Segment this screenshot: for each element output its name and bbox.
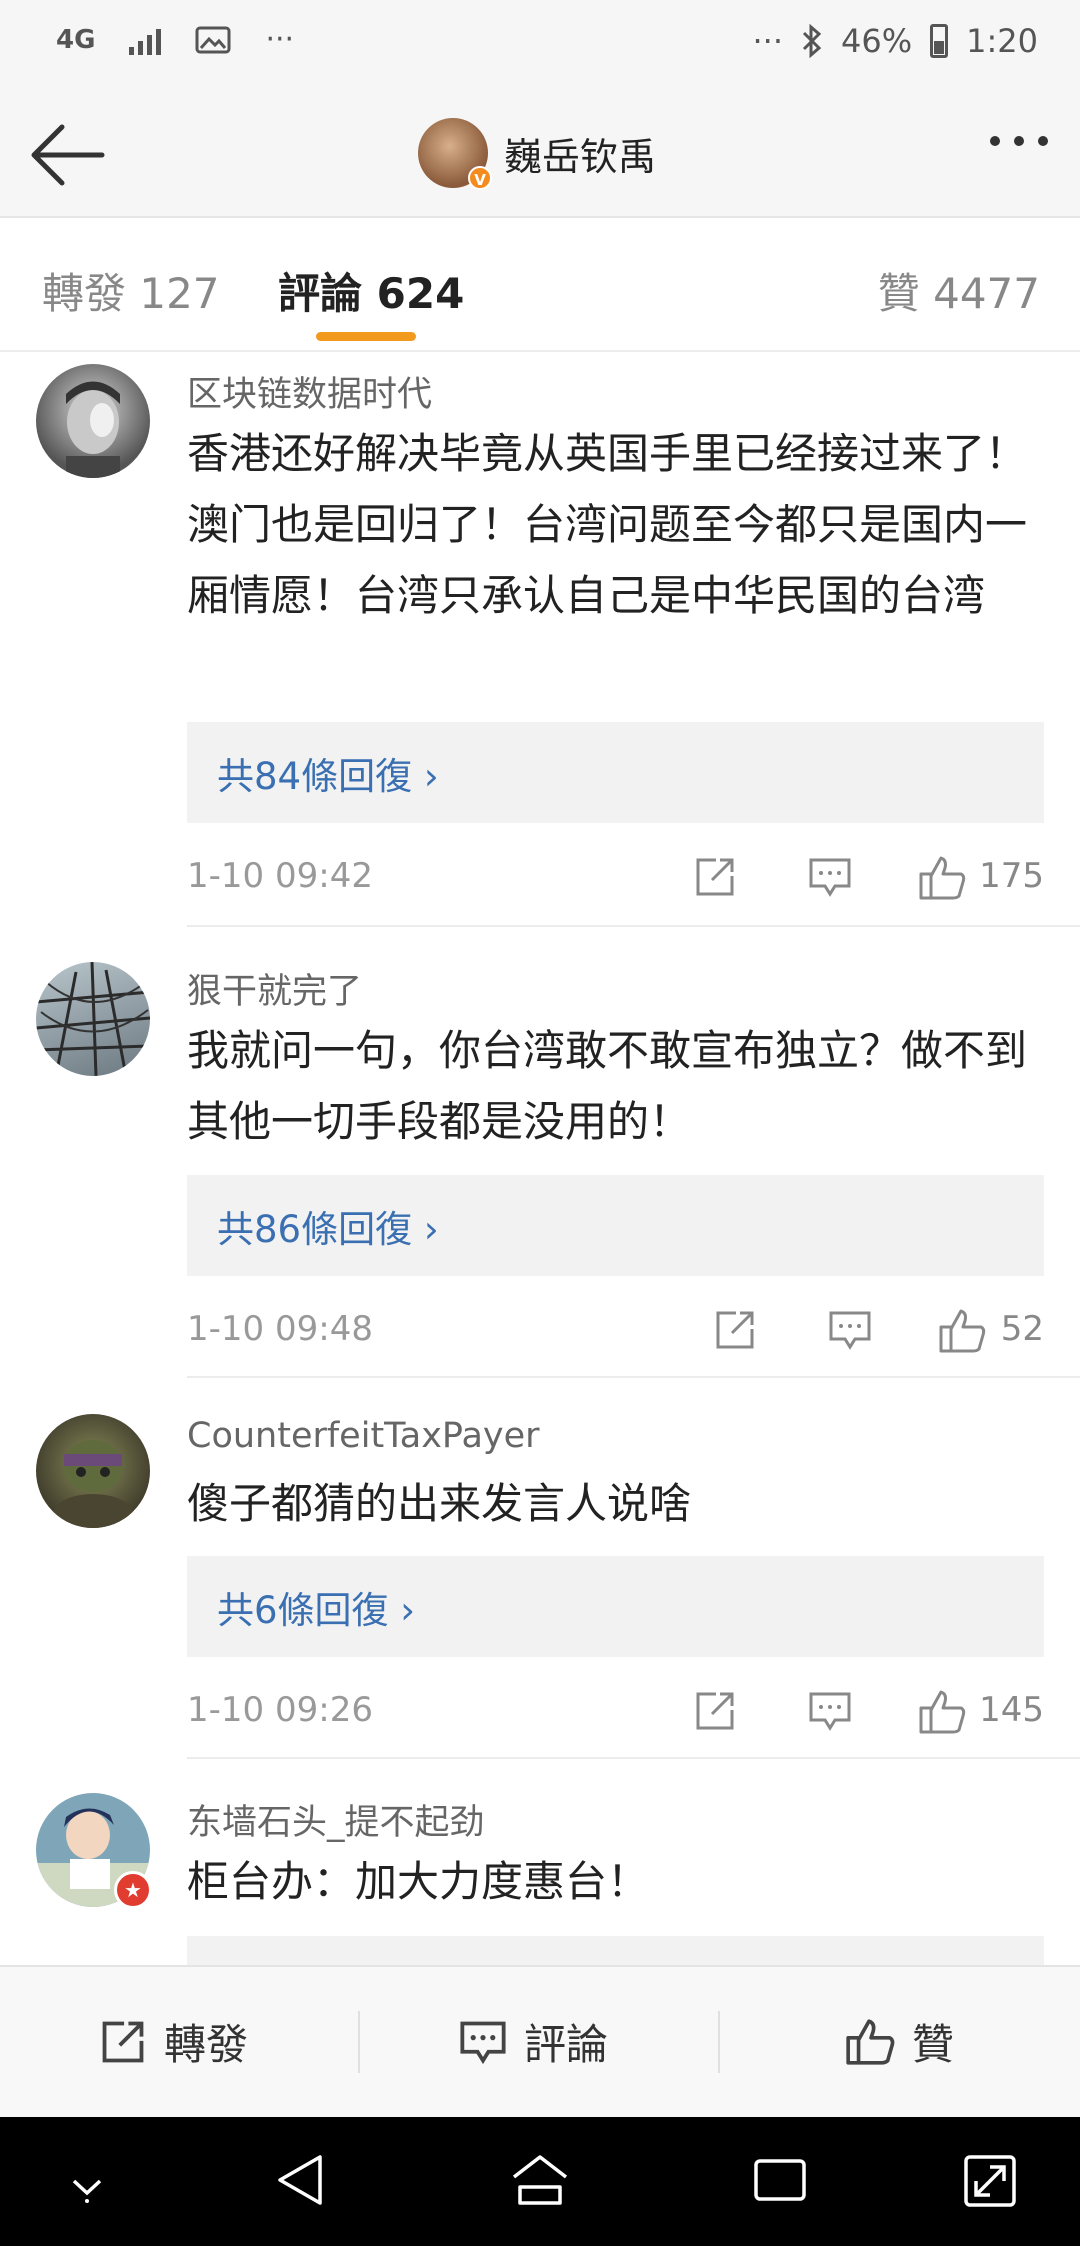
- battery-icon: [930, 24, 949, 58]
- system-nav-bar: [0, 2117, 1080, 2246]
- page-title: 巍岳钦禹: [504, 134, 657, 179]
- comment-button[interactable]: 評論: [458, 2011, 608, 2072]
- more-dots-icon[interactable]: [990, 136, 1048, 146]
- like-count: 52: [1000, 1309, 1044, 1349]
- image-icon: [195, 26, 231, 53]
- app-header: V 巍岳钦禹: [0, 92, 1080, 218]
- avatar[interactable]: ★: [36, 1793, 152, 1909]
- home-icon[interactable]: [508, 2151, 572, 2209]
- bottom-action-bar: 轉發 評論 贊: [0, 1965, 1080, 2117]
- avatar[interactable]: [36, 1414, 150, 1528]
- back-arrow-icon[interactable]: [28, 120, 108, 190]
- like-icon: [846, 2018, 895, 2065]
- signal-icon: [129, 25, 162, 55]
- repost-icon: [102, 2021, 144, 2062]
- network-indicator: 4G: [56, 24, 96, 55]
- comment-text: 我就问一句，你台湾敢不敢宣布独立？做不到其他一切手段都是没用的！: [187, 1026, 1028, 1146]
- reply-summary[interactable]: 共84條回復 ›: [187, 722, 1044, 823]
- expand-icon[interactable]: [960, 2151, 1020, 2211]
- tab-bar: 轉發 127 評論 624 贊 4477: [0, 218, 1080, 352]
- avatar[interactable]: [36, 962, 150, 1076]
- like-button[interactable]: 贊: [844, 2011, 954, 2072]
- tab-likes[interactable]: 贊 4477: [878, 260, 1040, 321]
- avatar[interactable]: V: [418, 118, 492, 190]
- comment-text: 柜台办：加大力度惠台！: [187, 1857, 650, 1906]
- comment-time: 1-10 09:42: [187, 856, 373, 896]
- back-icon[interactable]: [272, 2151, 328, 2209]
- notification-more-icon: ···: [265, 22, 295, 57]
- profile-header[interactable]: V 巍岳钦禹: [418, 118, 657, 190]
- comment-icon[interactable]: [807, 854, 853, 900]
- comment-item: ★ 东墙石头_提不起劲 柜台办：加大力度惠台！: [0, 1758, 1080, 1965]
- like-icon[interactable]: [917, 854, 967, 902]
- like-icon[interactable]: [937, 1307, 987, 1355]
- comment-text: 傻子都猜的出来发言人说啥: [187, 1479, 692, 1528]
- tab-reposts[interactable]: 轉發 127: [42, 260, 220, 321]
- clock: 1:20: [966, 22, 1038, 60]
- reply-count-link[interactable]: 共84條回復 ›: [217, 746, 439, 800]
- like-icon[interactable]: [917, 1688, 967, 1736]
- comment-time: 1-10 09:48: [187, 1309, 373, 1349]
- reply-count-link[interactable]: 共6條回復 ›: [217, 1580, 415, 1634]
- comment-username[interactable]: 狠干就完了: [187, 963, 362, 1014]
- comment-username[interactable]: 区块链数据时代: [187, 366, 432, 417]
- comment-meta: 1-10 09:42 175: [187, 848, 1044, 908]
- comment-username[interactable]: 东墙石头_提不起劲: [187, 1794, 485, 1845]
- reply-summary[interactable]: [187, 1936, 1044, 1965]
- comment-time: 1-10 09:26: [187, 1690, 373, 1730]
- hide-keyboard-icon[interactable]: [62, 2165, 112, 2205]
- divider: [187, 925, 1080, 927]
- divider: [187, 1376, 1080, 1378]
- bluetooth-icon: [802, 23, 822, 59]
- separator: [718, 2011, 720, 2073]
- like-label: 贊: [912, 2020, 955, 2069]
- repost-button[interactable]: 轉發: [98, 2011, 248, 2072]
- comment-meta: 1-10 09:26 145: [187, 1682, 1044, 1742]
- repost-label: 轉發: [164, 2020, 249, 2069]
- comment-meta: 1-10 09:48 52: [187, 1301, 1044, 1361]
- comment-username[interactable]: CounterfeitTaxPayer: [187, 1416, 540, 1456]
- reply-summary[interactable]: 共86條回復 ›: [187, 1175, 1044, 1276]
- repost-icon[interactable]: [692, 854, 738, 900]
- status-bar: 4G ··· ··· 46% 1:20: [0, 0, 1080, 92]
- comment-icon[interactable]: [807, 1688, 853, 1734]
- repost-icon[interactable]: [712, 1307, 758, 1353]
- badge-icon: ★: [114, 1871, 152, 1909]
- active-tab-indicator: [316, 332, 416, 341]
- tab-comments[interactable]: 評論 624: [278, 260, 464, 321]
- reply-summary[interactable]: 共6條回復 ›: [187, 1556, 1044, 1657]
- like-count: 175: [979, 856, 1044, 896]
- reply-count-link[interactable]: 共86條回復 ›: [217, 1199, 439, 1253]
- recent-apps-icon[interactable]: [750, 2151, 810, 2209]
- separator: [358, 2011, 360, 2073]
- comment-text: 香港还好解决毕竟从英国手里已经接过来了！澳门也是回归了！台湾问题至今都只是国内一…: [187, 429, 1028, 620]
- avatar[interactable]: [36, 364, 150, 478]
- status-more-icon: ···: [752, 22, 784, 60]
- comment-label: 評論: [524, 2020, 609, 2069]
- comment-icon[interactable]: [827, 1307, 873, 1353]
- like-count: 145: [979, 1690, 1044, 1730]
- repost-icon[interactable]: [692, 1688, 738, 1734]
- verified-badge-icon: V: [468, 166, 492, 190]
- comment-icon: [460, 2021, 506, 2064]
- battery-percent: 46%: [841, 22, 913, 60]
